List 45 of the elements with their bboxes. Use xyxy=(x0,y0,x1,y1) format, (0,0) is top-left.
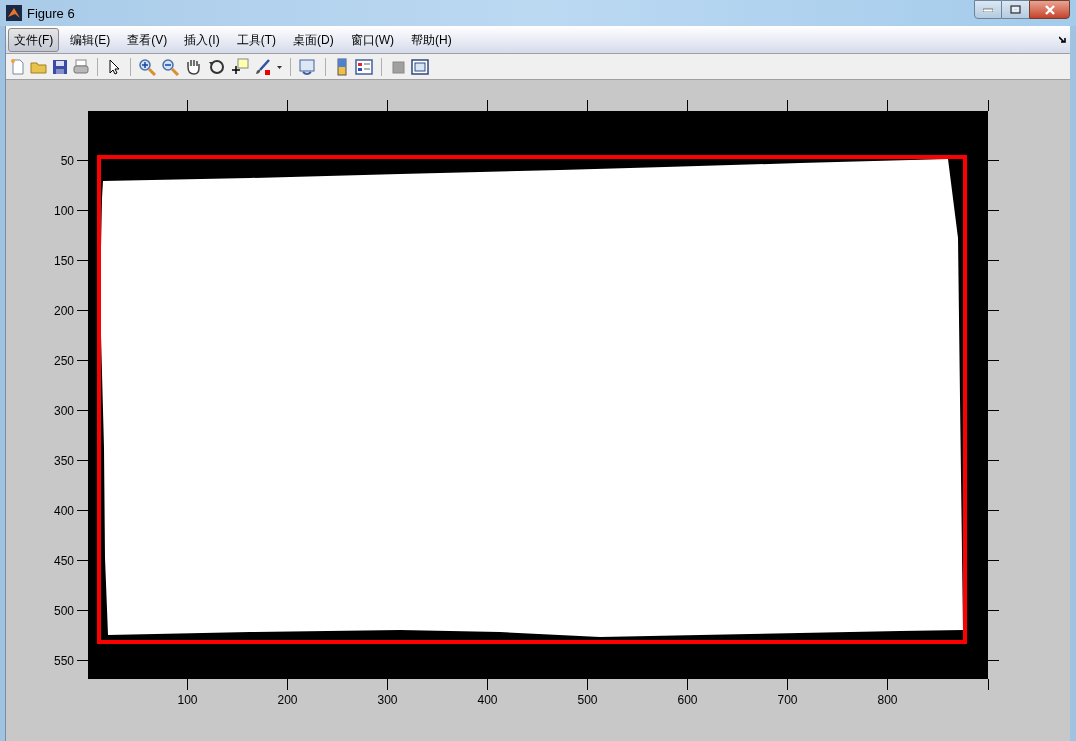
y-tick-label: 400 xyxy=(53,503,74,518)
window-icon[interactable] xyxy=(410,57,430,76)
zoom-in-icon[interactable] xyxy=(138,57,158,76)
y-tick-label: 450 xyxy=(53,553,74,568)
minimize-icon xyxy=(983,7,993,12)
y-tick-label: 150 xyxy=(53,253,74,268)
x-tick-label: 400 xyxy=(477,693,498,707)
save-icon[interactable] xyxy=(51,57,69,76)
x-tick-label: 600 xyxy=(677,693,698,707)
menu-item[interactable]: 帮助(H) xyxy=(405,27,458,52)
y-tick-label: 550 xyxy=(53,653,74,668)
arrow-icon xyxy=(1059,35,1067,44)
menu-item[interactable]: 编辑(E) xyxy=(64,27,117,52)
menu-item[interactable]: 窗口(W) xyxy=(344,27,400,52)
y-tick-label: 100 xyxy=(53,203,74,218)
x-tick-label: 700 xyxy=(777,693,798,707)
app-icon xyxy=(6,5,22,21)
window-title: Figure 6 xyxy=(27,5,75,23)
menu-item[interactable]: 插入(I) xyxy=(178,27,226,52)
y-tick-label: 50 xyxy=(60,153,74,168)
zoom-out-icon[interactable] xyxy=(161,57,181,76)
x-tick-label: 100 xyxy=(177,693,198,707)
close-icon xyxy=(1043,4,1056,15)
menu-item[interactable]: 查看(V) xyxy=(121,27,174,52)
minimize-button[interactable] xyxy=(974,0,1002,19)
menu-item[interactable]: 桌面(D) xyxy=(287,27,340,52)
y-tick-label: 250 xyxy=(53,353,74,368)
y-tick-label: 300 xyxy=(53,403,74,418)
data-cursor-icon[interactable] xyxy=(230,57,250,76)
menu-item[interactable]: 工具(T) xyxy=(230,27,282,52)
y-tick-label: 200 xyxy=(53,303,74,318)
legend-icon[interactable] xyxy=(354,57,374,76)
brush-icon[interactable] xyxy=(253,57,273,76)
y-tick-label: 350 xyxy=(53,453,74,468)
maximize-button[interactable] xyxy=(1002,0,1029,19)
x-tick-label: 500 xyxy=(577,693,598,707)
maximize-icon xyxy=(1010,5,1021,14)
print-icon[interactable] xyxy=(72,57,90,76)
x-tick-label: 300 xyxy=(377,693,398,707)
y-tick-label: 500 xyxy=(53,603,74,618)
x-tick-label: 200 xyxy=(277,693,298,707)
x-tick-label: 800 xyxy=(877,693,898,707)
menu-item[interactable]: 文件(F) xyxy=(8,27,60,52)
close-button[interactable] xyxy=(1029,0,1070,19)
rotate-icon[interactable] xyxy=(207,57,227,76)
